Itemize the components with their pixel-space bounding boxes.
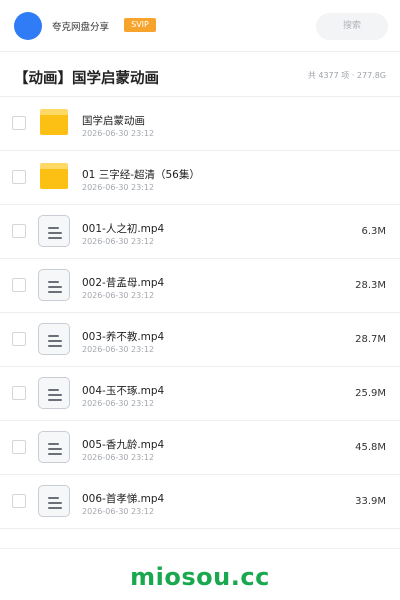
file-name[interactable]: 005-香九龄.mp4 bbox=[82, 437, 164, 452]
file-name[interactable]: 001-人之初.mp4 bbox=[82, 221, 164, 236]
select-checkbox[interactable] bbox=[12, 224, 26, 238]
file-name[interactable]: 国学启蒙动画 bbox=[82, 113, 145, 128]
list-item[interactable]: 005-香九龄.mp4 2026-06-30 23:12 45.8M bbox=[0, 421, 400, 475]
file-date: 2026-06-30 23:12 bbox=[82, 507, 155, 516]
file-size: 6.3M bbox=[361, 226, 386, 237]
footer-bar: miosou.cc bbox=[0, 548, 400, 600]
file-size: 45.8M bbox=[355, 442, 386, 453]
file-date: 2026-06-30 23:12 bbox=[82, 237, 155, 246]
file-date: 2026-06-30 23:12 bbox=[82, 291, 155, 300]
list-item[interactable]: 006-首孝悌.mp4 2026-06-30 23:12 33.9M bbox=[0, 475, 400, 529]
video-file-icon bbox=[38, 431, 70, 463]
folder-icon bbox=[38, 161, 70, 193]
select-checkbox[interactable] bbox=[12, 116, 26, 130]
file-name[interactable]: 006-首孝悌.mp4 bbox=[82, 491, 164, 506]
file-size: 33.9M bbox=[355, 496, 386, 507]
site-watermark: miosou.cc bbox=[130, 563, 270, 591]
list-item[interactable]: 004-玉不琢.mp4 2026-06-30 23:12 25.9M bbox=[0, 367, 400, 421]
brand-name: 夸克网盘分享 bbox=[52, 22, 110, 33]
file-size: 28.3M bbox=[355, 280, 386, 291]
file-size: 25.9M bbox=[355, 388, 386, 399]
file-date: 2026-06-30 23:12 bbox=[82, 183, 155, 192]
folder-summary: 共 4377 项 · 277.8G bbox=[307, 71, 386, 80]
select-checkbox[interactable] bbox=[12, 440, 26, 454]
video-file-icon bbox=[38, 269, 70, 301]
file-name[interactable]: 003-养不教.mp4 bbox=[82, 329, 164, 344]
page-title: 【动画】国学启蒙动画 bbox=[14, 71, 159, 87]
list-item[interactable]: 001-人之初.mp4 2026-06-30 23:12 6.3M bbox=[0, 205, 400, 259]
user-avatar[interactable] bbox=[14, 12, 42, 40]
top-header: 夸克网盘分享 SVIP 搜索 bbox=[0, 0, 400, 52]
select-checkbox[interactable] bbox=[12, 494, 26, 508]
video-file-icon bbox=[38, 485, 70, 517]
list-item[interactable]: 003-养不教.mp4 2026-06-30 23:12 28.7M bbox=[0, 313, 400, 367]
list-item[interactable]: 国学启蒙动画 2026-06-30 23:12 bbox=[0, 97, 400, 151]
video-file-icon bbox=[38, 323, 70, 355]
video-file-icon bbox=[38, 215, 70, 247]
svip-badge: SVIP bbox=[124, 18, 156, 32]
select-checkbox[interactable] bbox=[12, 332, 26, 346]
file-name[interactable]: 01 三字经-超清（56集） bbox=[82, 167, 200, 182]
video-file-icon bbox=[38, 377, 70, 409]
select-checkbox[interactable] bbox=[12, 170, 26, 184]
file-date: 2026-06-30 23:12 bbox=[82, 453, 155, 462]
folder-icon bbox=[38, 107, 70, 139]
file-date: 2026-06-30 23:12 bbox=[82, 345, 155, 354]
file-date: 2026-06-30 23:12 bbox=[82, 129, 155, 138]
file-date: 2026-06-30 23:12 bbox=[82, 399, 155, 408]
folder-title-bar: 【动画】国学启蒙动画 共 4377 项 · 277.8G bbox=[0, 53, 400, 97]
file-list: 国学启蒙动画 2026-06-30 23:12 01 三字经-超清（56集） 2… bbox=[0, 97, 400, 529]
search-input[interactable]: 搜索 bbox=[316, 13, 388, 40]
select-checkbox[interactable] bbox=[12, 386, 26, 400]
list-item[interactable]: 01 三字经-超清（56集） 2026-06-30 23:12 bbox=[0, 151, 400, 205]
list-item[interactable]: 002-昔孟母.mp4 2026-06-30 23:12 28.3M bbox=[0, 259, 400, 313]
select-checkbox[interactable] bbox=[12, 278, 26, 292]
file-size: 28.7M bbox=[355, 334, 386, 345]
file-name[interactable]: 004-玉不琢.mp4 bbox=[82, 383, 164, 398]
file-name[interactable]: 002-昔孟母.mp4 bbox=[82, 275, 164, 290]
